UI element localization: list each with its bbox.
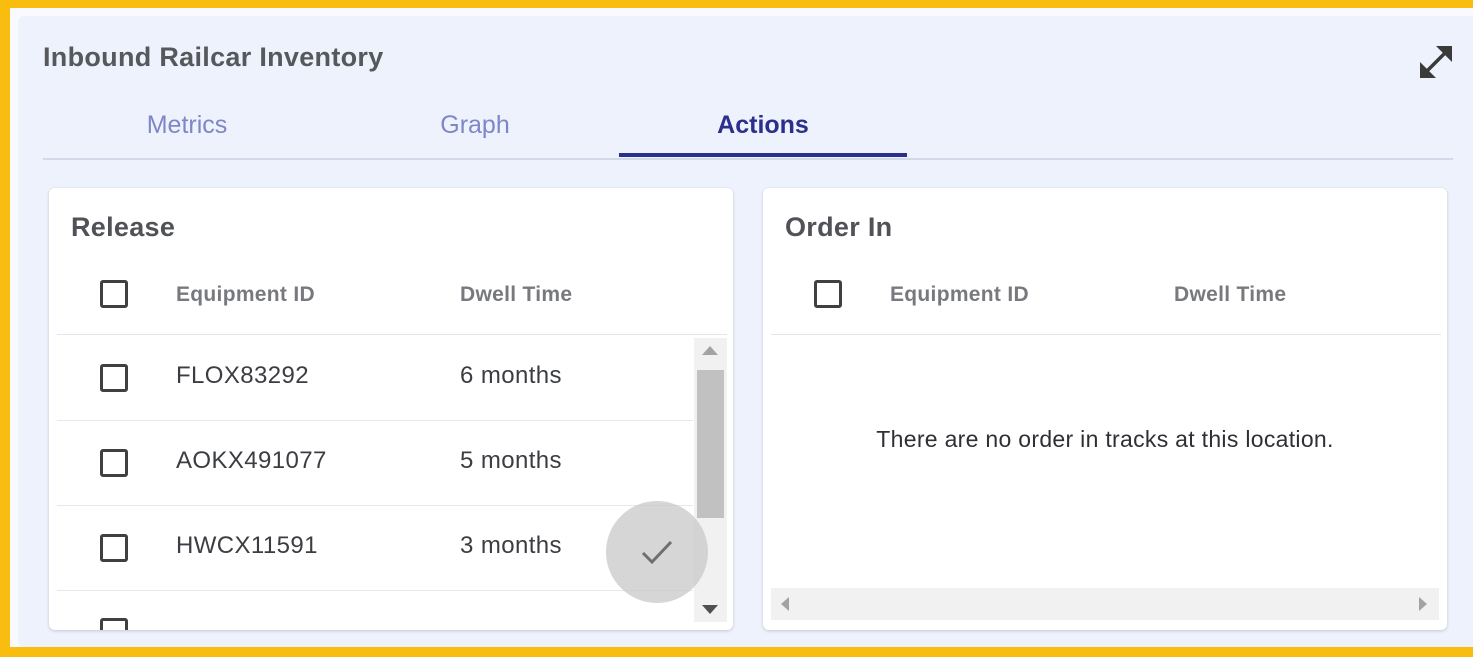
release-card: Release Equipment ID Dwell Time FLOX8329… <box>49 188 733 630</box>
equipment-id-cell: HWCX11591 <box>176 532 318 559</box>
tab-bar: Metrics Graph Actions <box>43 94 1453 160</box>
release-header-divider <box>57 334 727 335</box>
tab-actions[interactable]: Actions <box>619 94 907 156</box>
order-in-horizontal-scrollbar[interactable] <box>771 588 1439 620</box>
tab-metrics[interactable]: Metrics <box>43 94 331 156</box>
scroll-thumb[interactable] <box>697 370 724 518</box>
scroll-down-arrow-icon[interactable] <box>702 605 718 614</box>
widget-title: Inbound Railcar Inventory <box>43 42 384 72</box>
order-in-card: Order In Equipment ID Dwell Time There a… <box>763 188 1447 630</box>
table-row: FLOX83292 6 months <box>57 336 693 421</box>
dwell-time-cell: 6 months <box>460 362 562 389</box>
release-select-all-checkbox[interactable] <box>100 280 128 308</box>
expand-button[interactable] <box>1416 42 1456 82</box>
table-row <box>57 591 693 630</box>
order-in-select-all-checkbox[interactable] <box>814 280 842 308</box>
equipment-id-cell: AOKX491077 <box>176 447 327 474</box>
table-row: AOKX491077 5 months <box>57 421 693 506</box>
row-checkbox[interactable] <box>100 449 128 477</box>
expand-arrows-icon <box>1420 46 1452 78</box>
checkmark-icon <box>641 540 673 565</box>
row-checkbox[interactable] <box>100 364 128 392</box>
release-title: Release <box>71 212 176 242</box>
row-checkbox[interactable] <box>100 618 128 630</box>
dwell-time-cell: 3 months <box>460 532 562 559</box>
scroll-left-arrow-icon[interactable] <box>781 597 789 611</box>
scroll-right-arrow-icon[interactable] <box>1419 597 1427 611</box>
order-in-header-dwell-time: Dwell Time <box>1174 283 1287 306</box>
dwell-time-cell: 5 months <box>460 447 562 474</box>
inventory-widget: Inbound Railcar Inventory Metrics Graph … <box>18 16 1473 647</box>
active-tab-indicator <box>619 153 907 157</box>
order-in-header-equipment-id: Equipment ID <box>890 283 1029 306</box>
release-header-equipment-id: Equipment ID <box>176 283 315 306</box>
tab-graph[interactable]: Graph <box>331 94 619 156</box>
row-checkbox[interactable] <box>100 534 128 562</box>
table-row: HWCX11591 3 months <box>57 506 693 591</box>
order-in-empty-message: There are no order in tracks at this loc… <box>876 426 1334 452</box>
equipment-id-cell: FLOX83292 <box>176 362 310 389</box>
order-in-title: Order In <box>785 212 893 242</box>
scroll-up-arrow-icon[interactable] <box>702 346 718 355</box>
order-in-header-divider <box>771 334 1441 335</box>
confirm-release-button[interactable] <box>606 501 708 603</box>
release-header-dwell-time: Dwell Time <box>460 283 573 306</box>
